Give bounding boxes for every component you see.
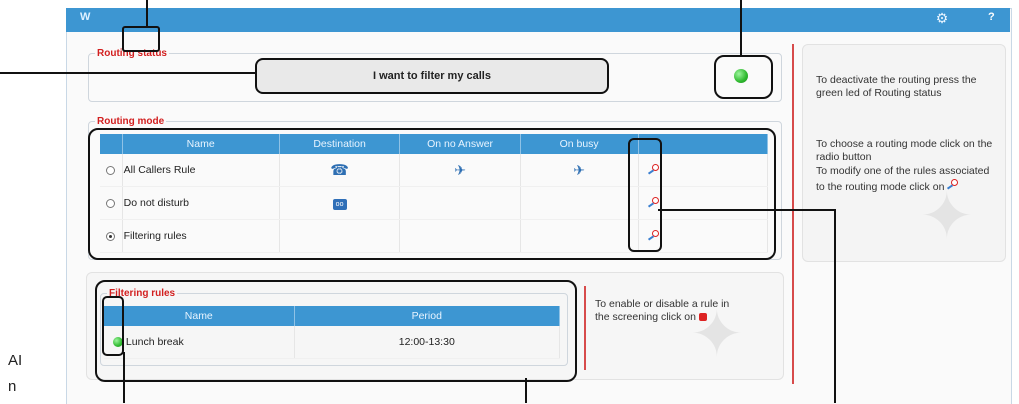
help-choose-mode-text: To choose a routing mode click on the ra… [816, 138, 993, 163]
filtering-divider [584, 286, 586, 370]
settings-gear-icon[interactable]: ⚙ [934, 10, 950, 26]
leader-line [525, 378, 527, 403]
help-button[interactable]: ? [988, 11, 995, 23]
help-divider [792, 44, 794, 384]
logo-callout [122, 26, 160, 52]
help-deactivate-text: To deactivate the routing press the gree… [816, 74, 977, 99]
leader-line [123, 352, 125, 403]
filtering-help-text: To enable or disable a rule in the scree… [595, 298, 735, 324]
title-bar [66, 8, 1010, 32]
leader-line [834, 209, 836, 403]
leader-line [0, 72, 255, 74]
help-modify-rules-label: To modify one of the rules associated to… [816, 165, 990, 193]
filtering-rules-callout [95, 280, 577, 382]
leader-line [146, 0, 148, 26]
filtering-help-label: To enable or disable a rule in the scree… [595, 298, 730, 323]
help-modify-rules-text: To modify one of the rules associated to… [816, 165, 994, 194]
routing-mode-callout [88, 128, 776, 260]
app-logo-icon: W [80, 11, 91, 23]
leader-line [658, 209, 836, 211]
margin-text: AI [8, 352, 23, 369]
routing-mode-legend: Routing mode [97, 116, 165, 127]
leader-line [740, 0, 742, 55]
routing-status-banner: I want to filter my calls [255, 58, 609, 94]
toggle-rule-icon [698, 313, 707, 322]
modify-rule-icon [947, 178, 959, 190]
rule-led-callout [102, 296, 124, 356]
margin-text: n [8, 378, 17, 395]
modify-icons-callout [628, 138, 662, 252]
routing-status-led-button[interactable] [734, 69, 748, 83]
